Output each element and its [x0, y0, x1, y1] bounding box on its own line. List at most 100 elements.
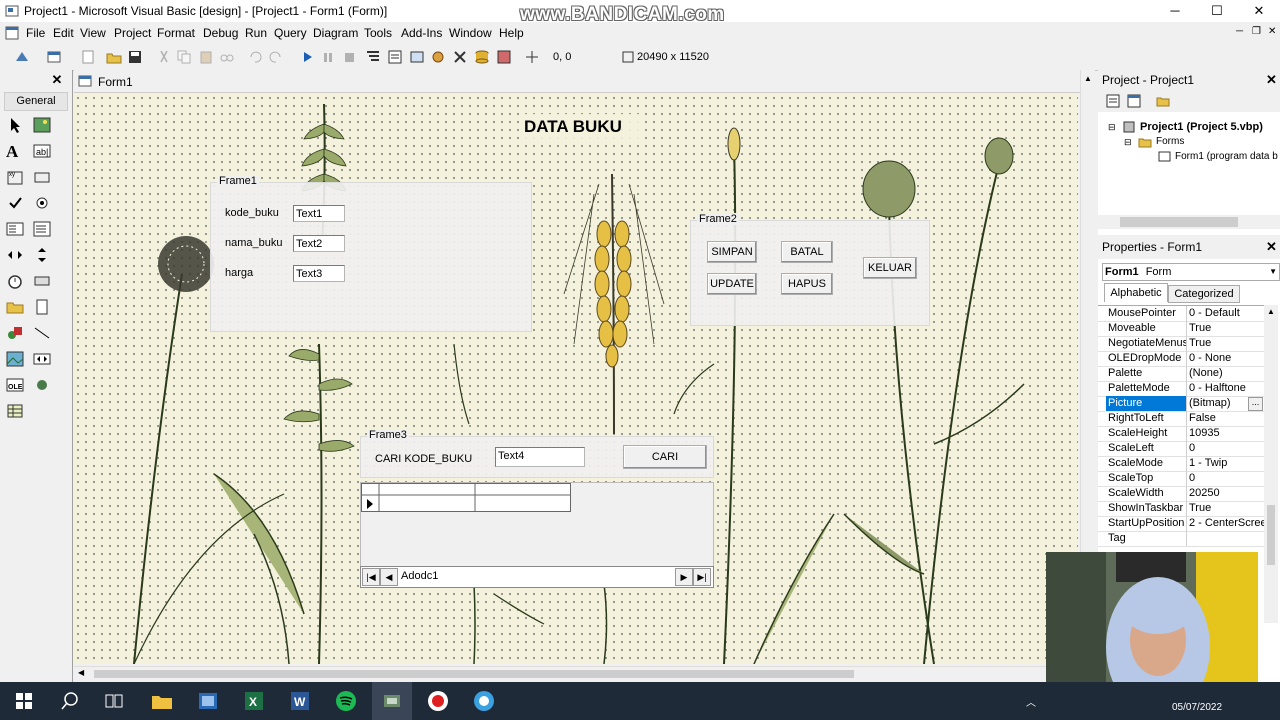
camera-app-icon[interactable] — [472, 689, 496, 713]
cut-icon[interactable] — [156, 49, 172, 65]
property-value[interactable]: False — [1189, 411, 1264, 426]
scroll-thumb[interactable] — [94, 670, 854, 678]
menu-help[interactable]: Help — [499, 26, 524, 40]
windows-start-icon[interactable] — [12, 689, 36, 713]
object-browser-icon[interactable] — [430, 49, 446, 65]
tray-chevron-icon[interactable]: ︿ — [1026, 694, 1036, 709]
maximize-button[interactable]: ☐ — [1194, 0, 1240, 22]
toolbox-icon[interactable] — [452, 49, 468, 65]
property-value[interactable]: 0 - Default — [1189, 306, 1264, 321]
form-canvas[interactable]: DATA BUKU Frame1 kode_buku Text1 nama_bu… — [74, 94, 1078, 664]
property-row[interactable]: PaletteMode 0 - Halftone — [1098, 381, 1264, 397]
break-icon[interactable] — [320, 49, 336, 65]
menu-run[interactable]: Run — [245, 26, 267, 40]
form1-node[interactable]: Form1 (program data b — [1175, 151, 1278, 162]
menu-tools[interactable]: Tools — [364, 26, 392, 40]
datagrid[interactable] — [360, 482, 714, 568]
textbox-text1[interactable]: Text1 — [293, 205, 345, 222]
properties-vertical-scrollbar[interactable]: ▲ — [1264, 305, 1278, 623]
copy-icon[interactable] — [176, 49, 192, 65]
adodc-prev-icon[interactable]: ◀ — [380, 568, 398, 586]
form-horizontal-scrollbar[interactable]: ◀ — [74, 666, 1080, 681]
label-tool-icon[interactable]: A — [6, 142, 24, 161]
menu-edit[interactable]: Edit — [53, 26, 74, 40]
property-row[interactable]: ScaleHeight 10935 — [1098, 426, 1264, 442]
word-icon[interactable]: W — [288, 689, 312, 713]
keluar-button[interactable]: KELUAR — [863, 257, 917, 279]
property-value[interactable]: 0 - None — [1189, 351, 1264, 366]
property-row[interactable]: ScaleLeft 0 — [1098, 441, 1264, 457]
tab-alphabetic[interactable]: Alphabetic — [1104, 283, 1168, 302]
add-project-icon[interactable] — [14, 49, 30, 65]
commandbutton-tool-icon[interactable] — [33, 168, 51, 186]
listbox-tool-icon[interactable] — [33, 220, 51, 238]
tree-collapse-icon[interactable]: ⊟ — [1108, 122, 1116, 133]
view-object-icon[interactable] — [1127, 94, 1141, 111]
open-project-icon[interactable] — [106, 49, 122, 65]
property-value[interactable]: 10935 — [1189, 426, 1264, 441]
project-root-node[interactable]: Project1 (Project 5.vbp) — [1140, 121, 1263, 133]
adodc-last-icon[interactable]: ▶| — [693, 568, 711, 586]
tree-collapse-icon[interactable]: ⊟ — [1124, 137, 1132, 148]
menu-file[interactable]: File — [26, 26, 45, 40]
menu-editor-icon[interactable] — [80, 49, 96, 65]
property-value[interactable]: 1 - Twip — [1189, 456, 1264, 471]
frame3[interactable]: Frame3 CARI KODE_BUKU Text4 CARI — [360, 429, 714, 478]
textbox-tool-icon[interactable]: ab| — [33, 142, 51, 160]
property-row[interactable]: RightToLeft False — [1098, 411, 1264, 427]
project-explorer-close-icon[interactable]: ✕ — [1266, 72, 1277, 88]
frame1[interactable]: Frame1 kode_buku Text1 nama_buku Text2 h… — [210, 175, 532, 332]
find-icon[interactable] — [219, 49, 235, 65]
property-value[interactable]: 0 — [1189, 471, 1264, 486]
picturebox-tool-icon[interactable] — [33, 116, 51, 134]
property-value[interactable]: (Bitmap) — [1189, 396, 1264, 411]
simpan-button[interactable]: SIMPAN — [707, 241, 757, 263]
undo-icon[interactable] — [247, 49, 263, 65]
textbox-text4[interactable]: Text4 — [495, 447, 585, 467]
image-tool-icon[interactable] — [6, 350, 24, 368]
tab-categorized[interactable]: Categorized — [1168, 285, 1240, 303]
bandicam-record-icon[interactable] — [426, 689, 450, 713]
data-view-icon[interactable] — [474, 49, 490, 65]
minimize-button[interactable]: ─ — [1152, 0, 1198, 22]
property-value[interactable]: 0 — [1189, 441, 1264, 456]
datagrid-tool-icon[interactable] — [6, 402, 24, 420]
project-scroll-thumb[interactable] — [1120, 217, 1238, 227]
property-row[interactable]: Moveable True — [1098, 321, 1264, 337]
property-row[interactable]: NegotiateMenus True — [1098, 336, 1264, 352]
update-button[interactable]: UPDATE — [707, 273, 757, 295]
property-value[interactable]: True — [1189, 501, 1264, 516]
vscrollbar-tool-icon[interactable] — [33, 246, 51, 264]
optionbutton-tool-icon[interactable] — [33, 194, 51, 212]
mdi-minimize-button[interactable]: ─ — [1236, 26, 1243, 37]
property-value[interactable]: True — [1189, 336, 1264, 351]
forms-folder-node[interactable]: Forms — [1156, 136, 1184, 147]
batal-button[interactable]: BATAL — [781, 241, 833, 263]
adodc-next-icon[interactable]: ▶ — [675, 568, 693, 586]
start-icon[interactable] — [299, 49, 315, 65]
combobox-tool-icon[interactable] — [6, 220, 24, 238]
scroll-left-icon[interactable]: ◀ — [78, 668, 84, 677]
vb-project-taskbar-icon[interactable] — [380, 689, 404, 713]
property-row[interactable]: MousePointer 0 - Default — [1098, 306, 1264, 322]
menu-project[interactable]: Project — [114, 26, 151, 40]
adodc-first-icon[interactable]: |◀ — [362, 568, 380, 586]
property-row[interactable]: ScaleTop 0 — [1098, 471, 1264, 487]
property-value[interactable]: True — [1189, 321, 1264, 336]
property-value[interactable]: 20250 — [1189, 486, 1264, 501]
hapus-button[interactable]: HAPUS — [781, 273, 833, 295]
scroll-up-icon[interactable]: ▲ — [1084, 74, 1092, 83]
adodc1-control[interactable]: |◀ ◀ Adodc1 ▶ ▶| — [360, 566, 714, 588]
menu-window[interactable]: Window — [449, 26, 492, 40]
project-horizontal-scrollbar[interactable] — [1098, 215, 1280, 229]
end-icon[interactable] — [341, 49, 357, 65]
ole-tool-icon[interactable]: OLE — [6, 376, 24, 394]
vb6-taskbar-icon[interactable] — [196, 689, 220, 713]
hscrollbar-tool-icon[interactable] — [6, 246, 24, 264]
filelistbox-tool-icon[interactable] — [33, 298, 51, 316]
cari-button[interactable]: CARI — [623, 445, 707, 469]
properties-window-icon[interactable] — [387, 49, 403, 65]
excel-icon[interactable]: X — [242, 689, 266, 713]
paste-icon[interactable] — [198, 49, 214, 65]
property-row[interactable]: ScaleWidth 20250 — [1098, 486, 1264, 502]
